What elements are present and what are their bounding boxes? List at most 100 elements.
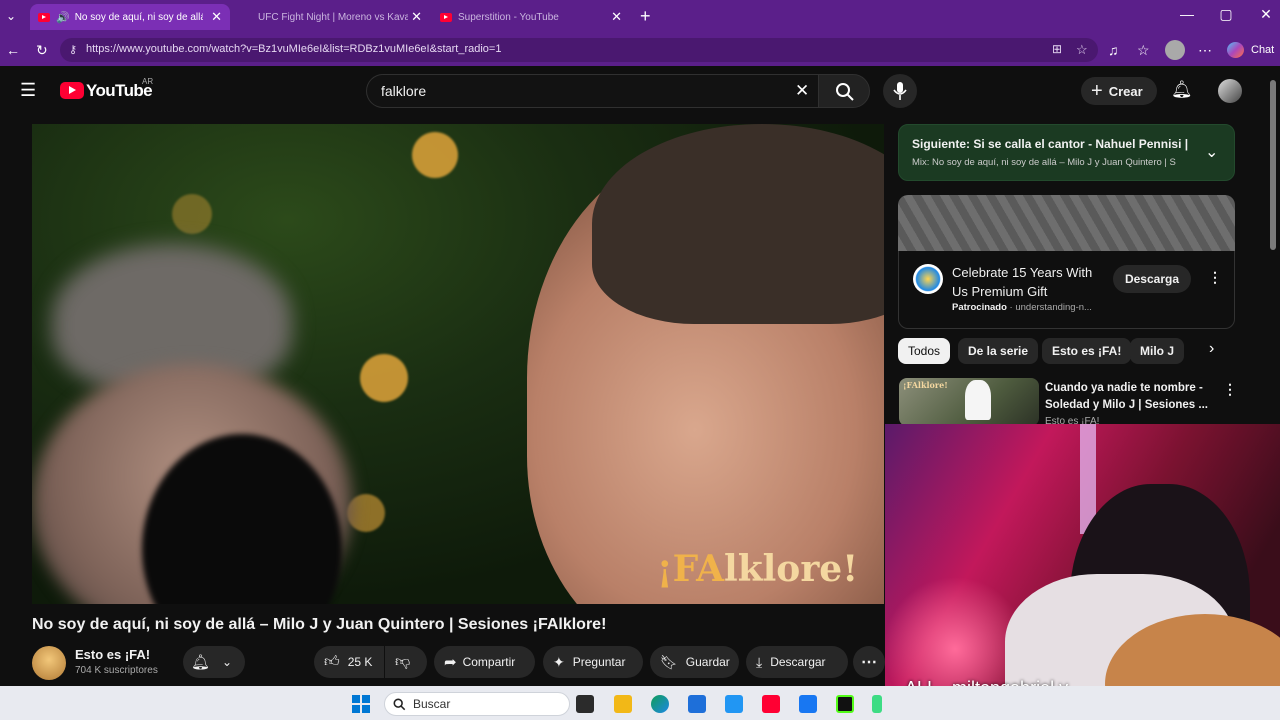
video-player[interactable]: ¡FAlklore! — [32, 124, 884, 604]
new-tab-icon[interactable]: + — [640, 6, 651, 27]
ad-banner-image[interactable] — [898, 195, 1235, 251]
chips-next-chevron-icon[interactable]: › — [1209, 340, 1214, 358]
youtube-favicon-icon — [38, 12, 50, 22]
chip-esto-es-fa[interactable]: Esto es ¡FA! — [1042, 338, 1132, 364]
recommended-more-icon[interactable]: ⋮ — [1223, 381, 1237, 398]
favorites-icon[interactable]: ☆ — [1137, 42, 1150, 59]
favorite-star-icon[interactable]: ☆ — [1076, 42, 1088, 58]
minimize-icon[interactable]: — — [1175, 6, 1199, 22]
subscriber-count: 704 K suscriptores — [75, 665, 158, 676]
advertiser-logo — [913, 264, 943, 294]
tab-list-chevron-icon[interactable]: ⌄ — [6, 9, 16, 23]
search-icon — [836, 83, 854, 101]
youtube-app-icon[interactable] — [762, 695, 780, 713]
download-label: Descargar — [770, 655, 826, 669]
plus-icon: + — [1091, 79, 1103, 102]
youtube-logo-icon[interactable] — [60, 82, 84, 99]
create-label: Crear — [1108, 83, 1143, 99]
chat-label[interactable]: Chat — [1251, 44, 1274, 56]
tab-title: No soy de aquí, ni soy de allá — [74, 11, 203, 23]
expand-chevron-icon[interactable]: ⌄ — [1205, 142, 1218, 162]
reload-icon[interactable]: ↻ — [36, 42, 48, 59]
close-tab-icon[interactable]: ✕ — [411, 9, 422, 25]
recommended-title[interactable]: Cuando ya nadie te nombre - Soledad y Mi… — [1045, 380, 1210, 414]
maximize-icon[interactable]: ▢ — [1214, 6, 1238, 23]
apps-icon[interactable]: ⊞ — [1052, 42, 1062, 56]
bell-icon: 🔔︎ — [191, 654, 211, 671]
up-next-title: Siguiente: Si se calla el cantor - Nahue… — [912, 137, 1190, 151]
chevron-down-icon: ⌄ — [222, 655, 233, 669]
facebook-icon[interactable] — [799, 695, 817, 713]
ad-download-button[interactable]: Descarga — [1113, 265, 1191, 293]
close-tab-icon[interactable]: ✕ — [211, 9, 222, 25]
ad-more-icon[interactable]: ⋮ — [1208, 269, 1222, 286]
ad-card[interactable]: Celebrate 15 Years With Us Premium Gift … — [898, 251, 1235, 329]
up-next-mix: Mix: No soy de aquí, ni soy de allá – Mi… — [912, 157, 1176, 168]
more-menu-icon[interactable]: ⋯ — [1198, 42, 1212, 59]
copilot-icon[interactable] — [1227, 42, 1244, 58]
address-row: ← ↻ ⚷ https://www.youtube.com/watch?v=Bz… — [0, 34, 1280, 66]
youtube-favicon-icon — [440, 12, 452, 22]
app-icon[interactable] — [872, 695, 882, 713]
back-icon[interactable]: ← — [6, 42, 20, 58]
ask-label: Preguntar — [572, 655, 626, 669]
address-bar[interactable]: ⚷ https://www.youtube.com/watch?v=Bz1vuM… — [60, 38, 1098, 62]
taskbar-search[interactable]: Buscar — [384, 692, 570, 716]
video-figure — [592, 124, 884, 324]
bookmark-icon: 🔖︎ — [660, 653, 678, 670]
thumbs-up-icon: 👍︎ — [324, 653, 340, 670]
channel-avatar[interactable] — [32, 646, 66, 680]
store-icon[interactable] — [688, 695, 706, 713]
more-icon: ⋯ — [861, 654, 877, 671]
save-label: Guardar — [685, 655, 730, 669]
dislike-button[interactable]: 👎︎ — [385, 646, 427, 678]
chip-de-la-serie[interactable]: De la serie — [958, 338, 1039, 364]
search-input[interactable]: falklore — [381, 83, 426, 99]
recommended-thumbnail[interactable]: ¡FAlklore! — [899, 378, 1039, 426]
account-avatar[interactable] — [1218, 79, 1242, 103]
share-icon: ➦ — [444, 654, 457, 671]
profile-avatar[interactable] — [1165, 40, 1185, 60]
thumbnail-brand: ¡FAlklore! — [903, 380, 948, 390]
like-button[interactable]: 👍︎ 25 K — [314, 646, 384, 678]
voice-search-button[interactable] — [883, 74, 917, 108]
windows-taskbar: Buscar — [0, 686, 1280, 720]
subscription-bell-button[interactable]: 🔔︎ ⌄ — [183, 646, 245, 678]
create-button[interactable]: + Crear — [1081, 77, 1157, 105]
up-next-card[interactable]: Siguiente: Si se calla el cantor - Nahue… — [898, 124, 1235, 181]
task-view-icon[interactable] — [576, 695, 594, 713]
bokeh-light — [412, 132, 458, 178]
read-aloud-icon[interactable]: ♫ — [1108, 42, 1119, 58]
search-box[interactable]: falklore ✕ — [366, 74, 818, 108]
mail-icon[interactable] — [725, 695, 743, 713]
tab-ufc[interactable]: UFC Fight Night | Moreno vs Kavanagh ✕ — [232, 4, 430, 30]
channel-name[interactable]: Esto es ¡FA! — [75, 647, 150, 662]
region-code: AR — [142, 77, 154, 86]
url-text: https://www.youtube.com/watch?v=Bz1vuMIe… — [86, 43, 502, 55]
more-actions-button[interactable]: ⋯ — [853, 646, 885, 678]
search-button[interactable] — [818, 74, 870, 108]
microphone-icon — [893, 82, 907, 100]
hamburger-menu-icon[interactable]: ☰ — [20, 80, 36, 101]
kick-icon[interactable] — [836, 695, 854, 713]
close-tab-icon[interactable]: ✕ — [611, 9, 622, 25]
clear-search-icon[interactable]: ✕ — [795, 81, 809, 101]
ad-title: Celebrate 15 Years With Us Premium Gift — [952, 265, 1093, 299]
windows-start-icon[interactable] — [352, 695, 370, 713]
download-button[interactable]: ⤓ Descargar — [746, 646, 848, 678]
tab-superstition[interactable]: Superstition - YouTube ✕ — [432, 4, 630, 30]
save-button[interactable]: 🔖︎ Guardar — [650, 646, 739, 678]
tab-active[interactable]: 🔊 No soy de aquí, ni soy de allá ✕ — [30, 4, 230, 30]
file-explorer-icon[interactable] — [614, 695, 632, 713]
download-icon: ⤓ — [756, 653, 763, 670]
share-button[interactable]: ➦ Compartir — [434, 646, 535, 678]
chip-todos[interactable]: Todos — [898, 338, 951, 364]
close-window-icon[interactable]: ✕ — [1254, 6, 1278, 23]
site-info-icon[interactable]: ⚷ — [69, 43, 77, 56]
page-scrollbar[interactable] — [1270, 80, 1276, 250]
ask-button[interactable]: ✦ Preguntar — [543, 646, 643, 678]
youtube-header: ☰ YouTube AR falklore ✕ + Crear 🔔︎ — [0, 68, 1268, 114]
edge-browser-icon[interactable] — [651, 695, 669, 713]
notifications-bell-icon[interactable]: 🔔︎ — [1171, 80, 1193, 100]
chip-milo-j[interactable]: Milo J — [1130, 338, 1185, 364]
